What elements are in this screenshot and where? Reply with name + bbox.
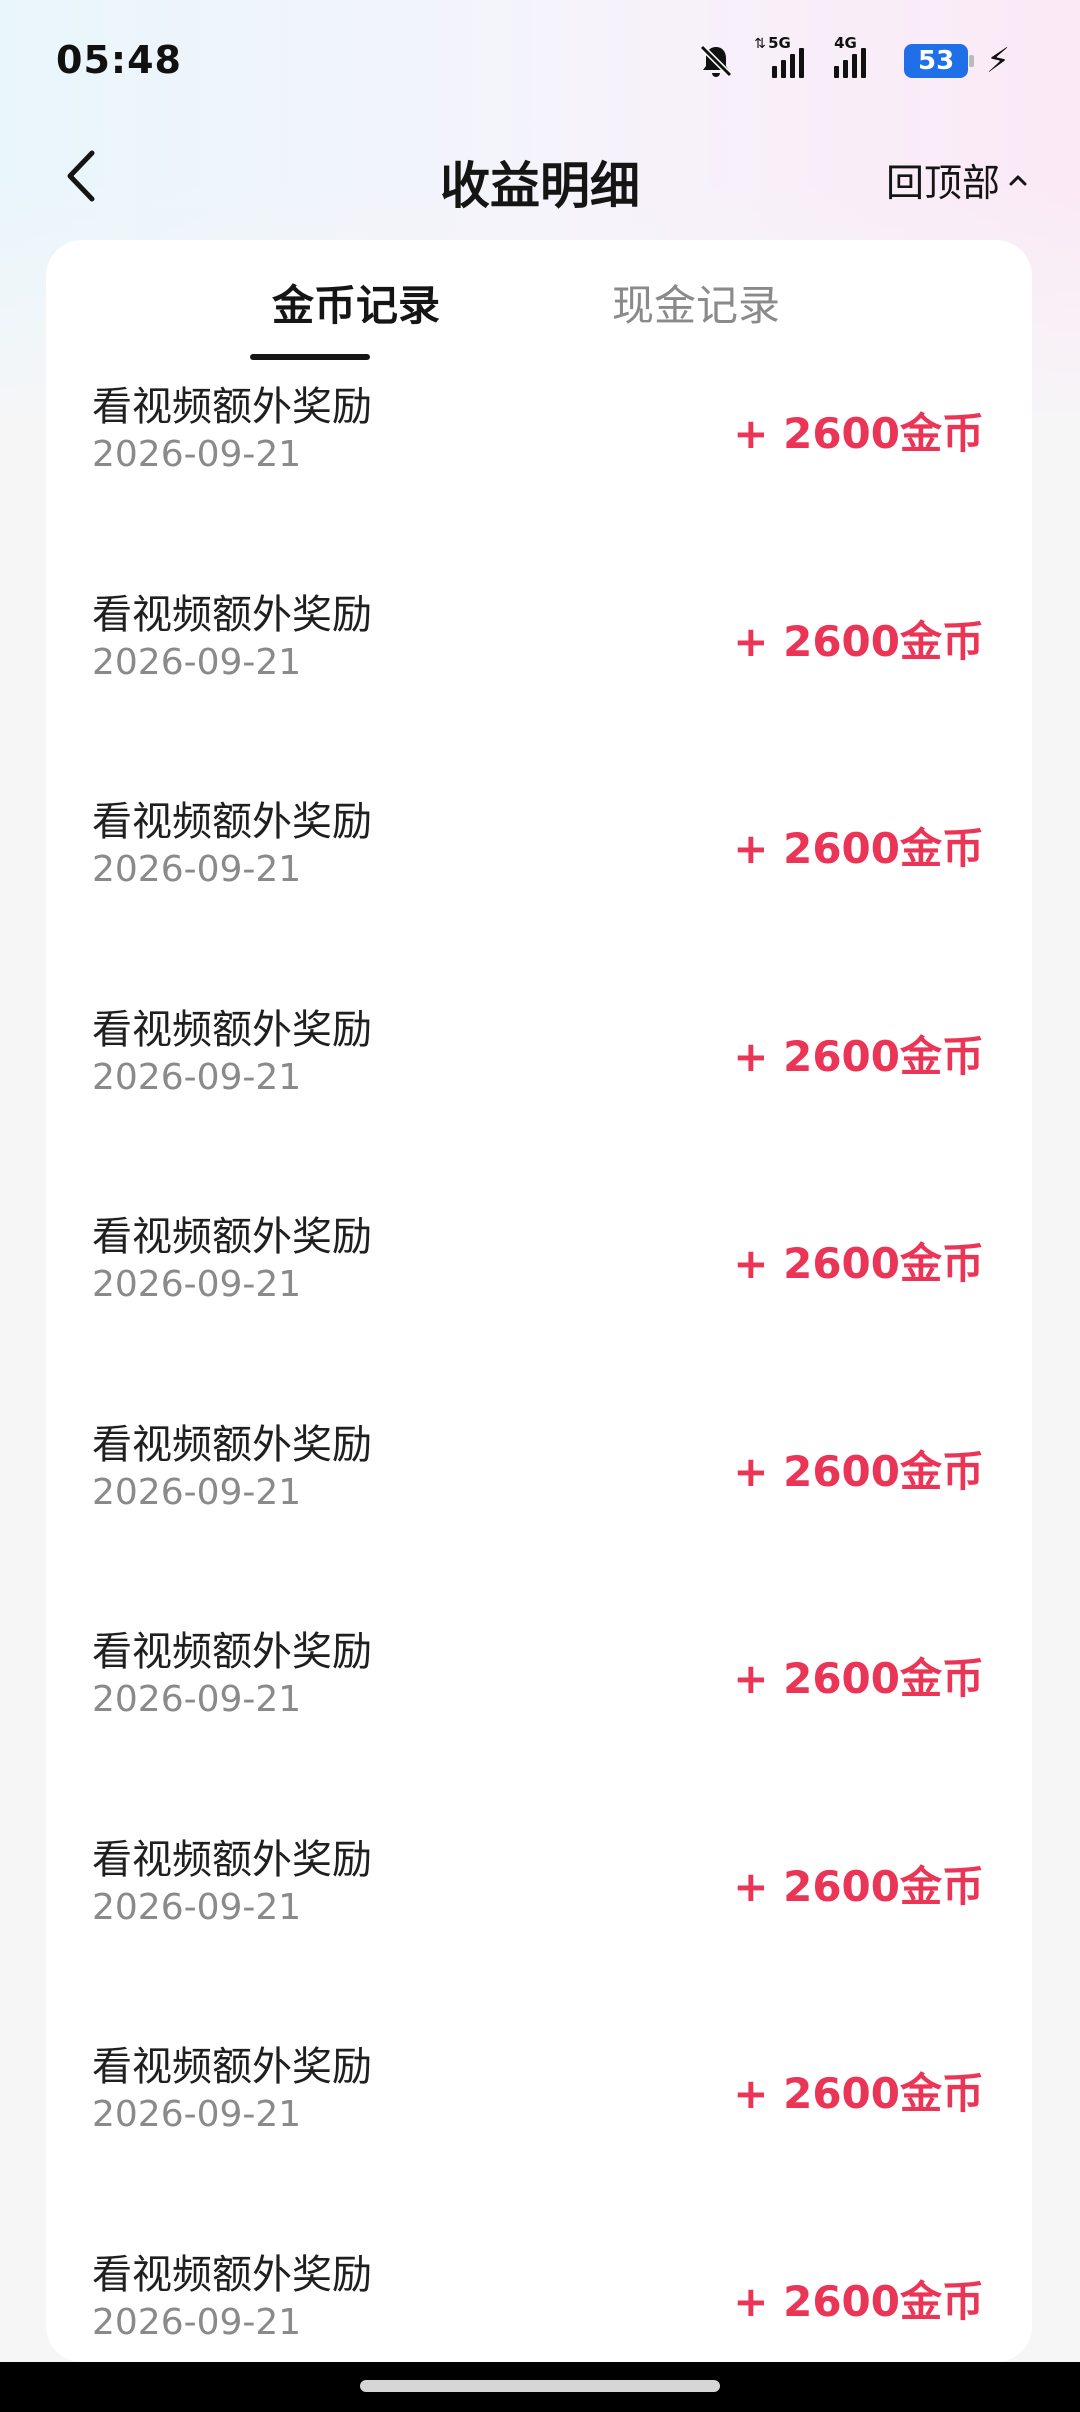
record-title: 看视频额外奖励 [92,799,372,845]
record-amount: + 2600金币 [733,1446,984,1496]
record-date: 2026-09-21 [92,641,302,683]
record-title: 看视频额外奖励 [92,1006,372,1053]
chevron-left-icon [67,150,95,202]
data-arrows-icon: ⇅ [754,36,766,52]
record-amount: + 2600金币 [733,824,984,873]
records-card: 金币记录 现金记录 看视频额外奖励 2026-09-21 + 2600金币 看视… [46,240,1032,2362]
record-date: 2026-09-21 [92,1679,302,1720]
record-date: 2026-09-21 [92,1886,302,1928]
battery-level: 53 [918,46,955,76]
record-title: 看视频额外奖励 [92,1214,372,1260]
list-item: 看视频额外奖励 2026-09-21 + 2600金币 [46,2030,1032,2238]
battery-icon: 53 [904,44,975,78]
tab-bar: 金币记录 现金记录 [46,240,1032,360]
signal-4g-icon: 4G [834,34,886,78]
status-bar: 05:48 5G ⇅ 4G 53 ⚡ [0,0,1080,110]
record-title: 看视频额外奖励 [92,1629,372,1675]
status-icons: 5G ⇅ 4G 53 ⚡ [696,34,1010,84]
record-date: 2026-09-21 [92,1471,302,1513]
record-title: 看视频额外奖励 [92,2251,372,2298]
page-header: 收益明细 回顶部 [0,110,1080,240]
list-item: 看视频额外奖励 2026-09-21 + 2600金币 [46,578,1032,786]
back-button[interactable] [52,146,112,206]
record-date: 2026-09-21 [92,2301,302,2343]
record-amount: + 2600金币 [733,2069,984,2118]
chevron-up-icon [1009,175,1027,185]
records-list: 看视频额外奖励 2026-09-21 + 2600金币 看视频额外奖励 2026… [46,370,1032,2362]
record-date: 2026-09-21 [92,1056,302,1098]
tab-coin-records[interactable]: 金币记录 [196,272,516,333]
record-amount: + 2600金币 [733,1031,984,1081]
list-item: 看视频额外奖励 2026-09-21 + 2600金币 [46,1823,1032,2031]
list-item: 看视频额外奖励 2026-09-21 + 2600金币 [46,1615,1032,1823]
tab-cash-records[interactable]: 现金记录 [506,272,886,333]
record-date: 2026-09-21 [92,1264,302,1305]
active-tab-indicator [250,354,370,360]
record-date: 2026-09-21 [92,434,302,475]
record-amount: + 2600金币 [733,1239,984,1288]
network-5g-label: 5G [768,34,791,52]
back-to-top-label: 回顶部 [885,161,1000,205]
home-indicator[interactable] [360,2380,720,2392]
list-item: 看视频额外奖励 2026-09-21 + 2600金币 [46,1408,1032,1616]
record-title: 看视频额外奖励 [92,2044,372,2090]
bell-muted-icon [696,41,736,81]
signal-5g-icon: 5G ⇅ [754,34,816,78]
list-item: 看视频额外奖励 2026-09-21 + 2600金币 [46,1200,1032,1408]
record-date: 2026-09-21 [92,2094,302,2135]
list-item: 看视频额外奖励 2026-09-21 + 2600金币 [46,785,1032,993]
record-title: 看视频额外奖励 [92,384,372,430]
charging-bolt-icon: ⚡ [986,41,1010,81]
status-time: 05:48 [56,38,182,82]
list-item: 看视频额外奖励 2026-09-21 + 2600金币 [46,370,1032,578]
navigation-bar [0,2362,1080,2412]
network-4g-label: 4G [834,34,857,52]
record-amount: + 2600金币 [733,409,984,458]
record-amount: + 2600金币 [733,1861,984,1911]
record-amount: + 2600金币 [733,2276,984,2326]
record-amount: + 2600金币 [733,616,984,666]
record-title: 看视频额外奖励 [92,591,372,638]
list-item: 看视频额外奖励 2026-09-21 + 2600金币 [46,993,1032,1201]
record-title: 看视频额外奖励 [92,1836,372,1883]
record-title: 看视频额外奖励 [92,1421,372,1468]
back-to-top-button[interactable]: 回顶部 [886,152,1028,207]
record-date: 2026-09-21 [92,849,302,890]
list-item: 看视频额外奖励 2026-09-21 + 2600金币 [46,2238,1032,2363]
record-amount: + 2600金币 [733,1654,984,1703]
